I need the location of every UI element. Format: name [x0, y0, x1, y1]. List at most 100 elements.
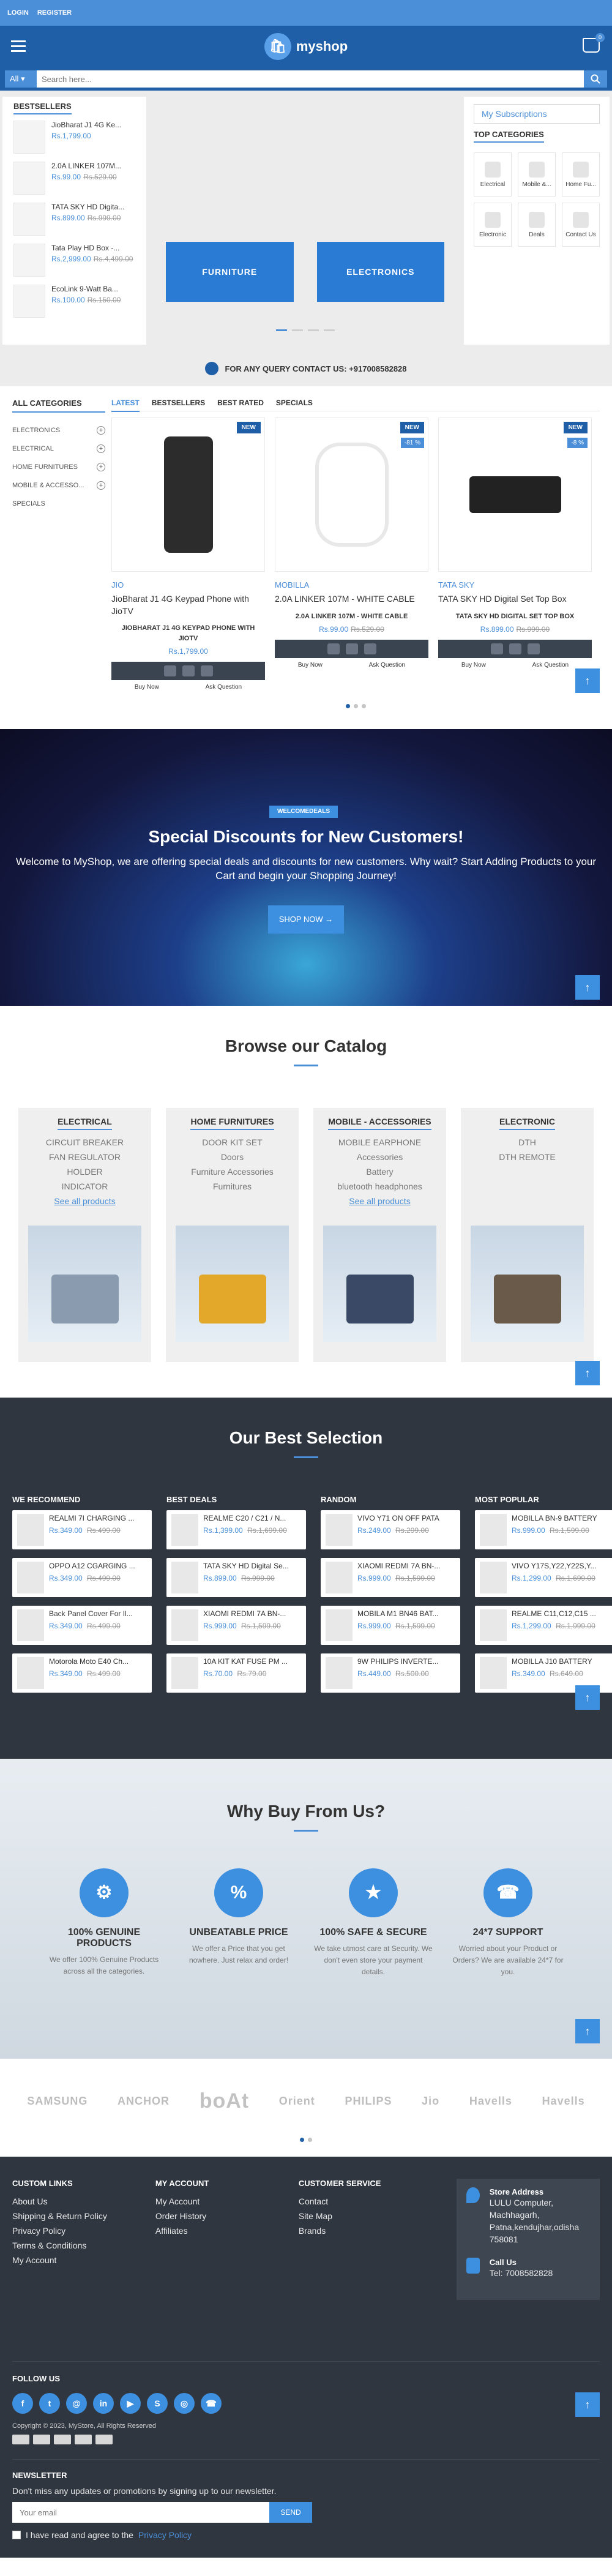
top-category-item[interactable]: Mobile &... [518, 152, 556, 197]
slider-dot[interactable] [323, 329, 335, 331]
menu-icon[interactable] [11, 40, 26, 55]
compare-icon[interactable] [364, 643, 376, 655]
catalog-link[interactable]: DOOR KIT SET [176, 1135, 289, 1150]
mini-product[interactable]: REALME C11,C12,C15 ... Rs.1,299.00 Rs.1,9… [475, 1606, 612, 1645]
brand-logo[interactable]: Jio [422, 2095, 439, 2108]
privacy-policy-link[interactable]: Privacy Policy [138, 2530, 192, 2540]
product-brand[interactable]: TATA SKY [438, 580, 592, 590]
tab-bestsellers[interactable]: BESTSELLERS [152, 399, 205, 407]
bestseller-item[interactable]: Tata Play HD Box -... Rs.2,999.00 Rs.4,499… [13, 244, 135, 277]
catalog-link[interactable]: Furnitures [176, 1179, 289, 1194]
plus-icon[interactable]: + [97, 463, 105, 471]
agree-checkbox[interactable] [12, 2531, 21, 2539]
mini-product[interactable]: REALME C20 / C21 / N... Rs.1,399.00 Rs.1,… [166, 1510, 306, 1549]
linkedin-icon[interactable]: in [93, 2393, 114, 2414]
catalog-link[interactable]: Battery [323, 1164, 436, 1179]
product-name[interactable]: TATA SKY HD Digital Set Top Box [438, 593, 592, 605]
footer-link[interactable]: Contact [299, 2194, 430, 2209]
slider-dot[interactable] [291, 329, 303, 331]
catalog-link[interactable]: Accessories [323, 1150, 436, 1164]
product-name[interactable]: JioBharat J1 4G Keypad Phone with JioTV [111, 593, 265, 617]
catalog-link[interactable]: MOBILE EARPHONE [323, 1135, 436, 1150]
facebook-icon[interactable]: f [12, 2393, 33, 2414]
mini-product[interactable]: MOBILLA BN-9 BATTERY Rs.999.00 Rs.1,599.0… [475, 1510, 612, 1549]
slider-dot[interactable] [307, 329, 319, 331]
compare-icon[interactable] [200, 665, 213, 677]
ask-question-link[interactable]: Ask Question [206, 684, 242, 691]
buy-now-link[interactable]: Buy Now [298, 662, 323, 668]
carousel-dot[interactable] [353, 704, 358, 709]
plus-icon[interactable]: + [97, 481, 105, 490]
footer-link[interactable]: Affiliates [155, 2223, 286, 2238]
product-brand[interactable]: JIO [111, 580, 265, 590]
brand-logo[interactable]: PHILIPS [345, 2095, 392, 2108]
catalog-link[interactable]: INDICATOR [28, 1179, 141, 1194]
scroll-up-button[interactable]: ↑ [575, 975, 600, 1000]
shop-now-button[interactable]: SHOP NOW → [268, 905, 344, 934]
top-category-item[interactable]: Contact Us [562, 203, 600, 247]
catalog-image[interactable] [471, 1226, 584, 1342]
skype-icon[interactable]: S [147, 2393, 168, 2414]
plus-icon[interactable]: + [97, 444, 105, 453]
brand-logo[interactable]: boAt [200, 2089, 249, 2113]
mini-product[interactable]: 9W PHILIPS INVERTE... Rs.449.00 Rs.500.00 [321, 1653, 460, 1693]
catalog-card-title[interactable]: ELECTRONIC [499, 1117, 555, 1130]
category-item[interactable]: ELECTRICAL + [12, 440, 105, 458]
mini-product[interactable]: OPPO A12 CGARGING ... Rs.349.00 Rs.499.00 [12, 1558, 152, 1597]
register-link[interactable]: REGISTER [37, 9, 72, 17]
search-input[interactable] [37, 70, 584, 88]
brand-logo[interactable]: SAMSUNG [27, 2095, 88, 2108]
footer-link[interactable]: My Account [155, 2194, 286, 2209]
product-card[interactable]: NEW -81 % MOBILLA 2.0A LINKER 107M - WHI… [275, 417, 428, 691]
footer-link[interactable]: Order History [155, 2209, 286, 2223]
scroll-up-button[interactable]: ↑ [575, 2019, 600, 2043]
buy-now-link[interactable]: Buy Now [461, 662, 486, 668]
cart-icon[interactable] [327, 643, 340, 655]
product-image[interactable]: NEW [111, 417, 265, 572]
mini-product[interactable]: TATA SKY HD Digital Se... Rs.899.00 Rs.99… [166, 1558, 306, 1597]
product-title[interactable]: TATA SKY HD DIGITAL SET TOP BOX [438, 612, 592, 622]
footer-link[interactable]: My Account [12, 2253, 143, 2267]
see-all-products-link[interactable]: See all products [28, 1194, 141, 1208]
cart-icon[interactable] [490, 643, 503, 655]
brand-logo[interactable]: Orient [279, 2095, 315, 2108]
mini-product[interactable]: Motorola Moto E40 Ch... Rs.349.00 Rs.499.… [12, 1653, 152, 1693]
product-image[interactable]: NEW -81 % [275, 417, 428, 572]
product-title[interactable]: 2.0A LINKER 107M - WHITE CABLE [275, 612, 428, 622]
top-category-item[interactable]: Home Fu... [562, 152, 600, 197]
email-icon[interactable]: @ [66, 2393, 87, 2414]
catalog-link[interactable]: bluetooth headphones [323, 1179, 436, 1194]
mini-product[interactable]: Back Panel Cover For Il... Rs.349.00 Rs.4… [12, 1606, 152, 1645]
catalog-link[interactable]: HOLDER [28, 1164, 141, 1179]
product-brand[interactable]: MOBILLA [275, 580, 428, 590]
catalog-link[interactable]: DTH REMOTE [471, 1150, 584, 1164]
top-category-item[interactable]: Electronic [474, 203, 512, 247]
footer-link[interactable]: About Us [12, 2194, 143, 2209]
footer-link[interactable]: Terms & Conditions [12, 2238, 143, 2253]
product-card[interactable]: NEW -8 % TATA SKY TATA SKY HD Digital Se… [438, 417, 592, 691]
mini-product[interactable]: VIVO Y17S,Y22,Y22S,Y... Rs.1,299.00 Rs.1,… [475, 1558, 612, 1597]
compare-icon[interactable] [527, 643, 540, 655]
electronics-banner[interactable]: ELECTRONICS [316, 242, 444, 302]
product-title[interactable]: JIOBHARAT J1 4G KEYPAD PHONE WITH JIOTV [111, 623, 265, 643]
mini-product[interactable]: XIAOMI REDMI 7A BN-... Rs.999.00 Rs.1,599… [166, 1606, 306, 1645]
scroll-up-button[interactable]: ↑ [575, 1361, 600, 1385]
category-item[interactable]: ELECTRONICS + [12, 421, 105, 440]
top-category-item[interactable]: Deals [518, 203, 556, 247]
scroll-up-button[interactable]: ↑ [575, 2392, 600, 2417]
product-card[interactable]: NEW JIO JioBharat J1 4G Keypad Phone wit… [111, 417, 265, 691]
catalog-link[interactable]: CIRCUIT BREAKER [28, 1135, 141, 1150]
mini-product[interactable]: XIAOMI REDMI 7A BN-... Rs.999.00 Rs.1,599… [321, 1558, 460, 1597]
wishlist-icon[interactable] [182, 665, 195, 677]
catalog-card-title[interactable]: ELECTRICAL [58, 1117, 112, 1130]
bestseller-item[interactable]: TATA SKY HD Digita... Rs.899.00 Rs.999.00 [13, 203, 135, 236]
product-image[interactable]: NEW -8 % [438, 417, 592, 572]
category-item[interactable]: MOBILE & ACCESSO... + [12, 476, 105, 495]
category-item[interactable]: SPECIALS [12, 495, 105, 513]
newsletter-send-button[interactable]: SEND [269, 2502, 312, 2523]
youtube-icon[interactable]: ▶ [120, 2393, 141, 2414]
footer-link[interactable]: Brands [299, 2223, 430, 2238]
bestseller-item[interactable]: EcoLink 9-Watt Ba... Rs.100.00 Rs.150.00 [13, 285, 135, 318]
carousel-dot[interactable] [345, 704, 350, 709]
login-link[interactable]: LOGIN [7, 9, 29, 17]
